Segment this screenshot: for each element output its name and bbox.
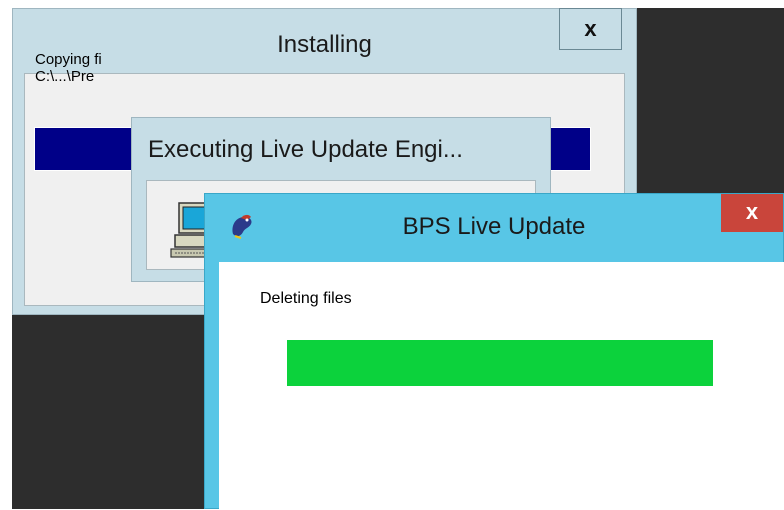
bps-titlebar: BPS Live Update x <box>205 194 783 258</box>
bps-status-text: Deleting files <box>260 290 352 307</box>
installing-path-text: C:\...\Pre <box>35 68 95 85</box>
bps-progress-bar <box>287 340 713 386</box>
executing-window-title: Executing Live Update Engi... <box>148 136 463 163</box>
bps-client-area: Deleting files <box>219 262 784 510</box>
bps-window-title: BPS Live Update <box>402 213 586 240</box>
installing-status-text: Copying fi <box>35 51 102 68</box>
desktop: Installing x Copying fi C:\...\Pre Execu… <box>0 0 784 510</box>
bps-close-button[interactable]: x <box>721 194 783 232</box>
bps-progress-fill <box>287 340 713 386</box>
bps-live-update-window: BPS Live Update x Deleting files <box>204 193 784 510</box>
bps-parrot-icon <box>232 214 252 239</box>
installing-window-title: Installing <box>277 31 372 58</box>
installing-close-button[interactable]: x <box>559 8 622 50</box>
